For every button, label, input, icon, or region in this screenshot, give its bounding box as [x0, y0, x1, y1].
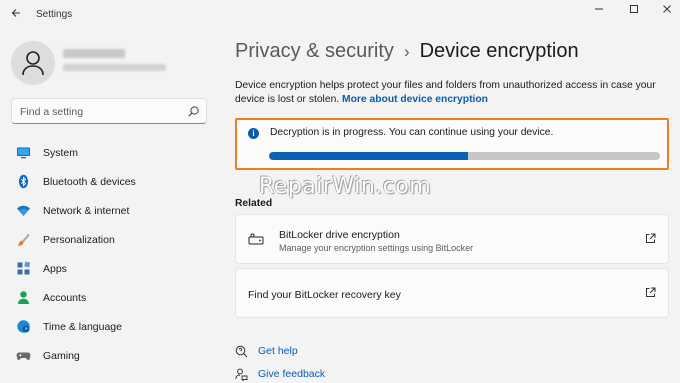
more-info-link[interactable]: More about device encryption — [342, 94, 488, 105]
minimize-icon — [595, 8, 603, 10]
user-name-redacted — [63, 49, 125, 58]
drive-lock-icon — [248, 233, 264, 245]
maximize-button[interactable] — [623, 3, 645, 19]
sidebar-item-apps[interactable]: Apps — [11, 254, 211, 283]
sidebar-item-label: Gaming — [43, 350, 80, 362]
search-box[interactable]: Find a setting — [11, 98, 207, 124]
search-placeholder: Find a setting — [20, 106, 84, 118]
back-button[interactable] — [8, 7, 24, 23]
monitor-icon — [17, 147, 30, 159]
help-chat-icon — [235, 345, 248, 358]
sidebar-item-gaming[interactable]: Gaming — [11, 341, 211, 370]
card-subtitle: Manage your encryption settings using Bi… — [279, 243, 474, 253]
sidebar-item-label: Network & internet — [43, 205, 130, 217]
info-icon: i — [248, 128, 259, 139]
sidebar-item-bluetooth[interactable]: Bluetooth & devices — [11, 167, 211, 196]
breadcrumb: Privacy & security › Device encryption — [235, 40, 579, 63]
breadcrumb-separator: › — [403, 42, 410, 61]
sidebar-nav: System Bluetooth & devices Network & int… — [11, 138, 211, 370]
give-feedback-link[interactable]: Give feedback — [258, 368, 325, 380]
sidebar-item-label: Accounts — [43, 292, 87, 304]
brush-icon — [17, 233, 30, 246]
sidebar-item-network[interactable]: Network & internet — [11, 196, 211, 225]
search-icon — [188, 106, 199, 117]
status-message: Decryption is in progress. You can conti… — [270, 127, 554, 138]
decryption-progress-bar — [269, 152, 660, 160]
sidebar-item-label: Time & language — [43, 321, 122, 333]
avatar[interactable] — [11, 41, 55, 85]
find-recovery-key-link[interactable]: Find your BitLocker recovery key — [235, 268, 669, 318]
wifi-icon — [17, 205, 30, 216]
sidebar-item-accounts[interactable]: Accounts — [11, 283, 211, 312]
bitlocker-drive-encryption-link[interactable]: BitLocker drive encryption Manage your e… — [235, 214, 669, 264]
breadcrumb-parent[interactable]: Privacy & security — [235, 40, 394, 62]
get-help-link[interactable]: Get help — [258, 345, 298, 357]
close-button[interactable] — [656, 3, 678, 19]
user-email-redacted — [63, 64, 166, 71]
page-title: Device encryption — [419, 40, 579, 62]
sidebar-item-label: Apps — [43, 263, 67, 275]
sidebar-item-system[interactable]: System — [11, 138, 211, 167]
bluetooth-icon — [18, 174, 29, 189]
main-content: Privacy & security › Device encryption Dev… — [222, 30, 680, 383]
page-description: Device encryption helps protect your fil… — [235, 79, 665, 107]
card-title: Find your BitLocker recovery key — [248, 289, 401, 301]
sidebar-item-label: Personalization — [43, 234, 115, 246]
related-header: Related — [235, 198, 273, 209]
sidebar-item-time-language[interactable]: Time & language — [11, 312, 211, 341]
person-icon — [22, 51, 44, 76]
back-arrow-icon — [11, 9, 20, 17]
person-icon — [18, 291, 29, 304]
title-bar: Settings — [0, 0, 680, 30]
watermark: RepairWin.com — [259, 174, 432, 199]
sidebar-item-personalization[interactable]: Personalization — [11, 225, 211, 254]
sidebar-item-label: System — [43, 147, 79, 159]
globe-clock-icon — [17, 320, 30, 333]
encryption-status-card: i Decryption is in progress. You can con… — [235, 118, 669, 170]
external-link-icon — [646, 233, 656, 243]
app-title: Settings — [36, 9, 73, 20]
card-title: BitLocker drive encryption — [279, 229, 400, 241]
minimize-button[interactable] — [588, 3, 610, 19]
apps-icon — [17, 261, 31, 275]
sidebar-item-label: Bluetooth & devices — [43, 176, 136, 188]
progress-fill — [269, 152, 469, 160]
gamepad-icon — [16, 352, 31, 361]
maximize-icon — [630, 5, 638, 13]
close-icon — [663, 5, 671, 13]
sidebar: Find a setting System Bluetooth & device… — [0, 30, 222, 383]
feedback-icon — [235, 368, 248, 381]
external-link-icon — [646, 287, 656, 297]
